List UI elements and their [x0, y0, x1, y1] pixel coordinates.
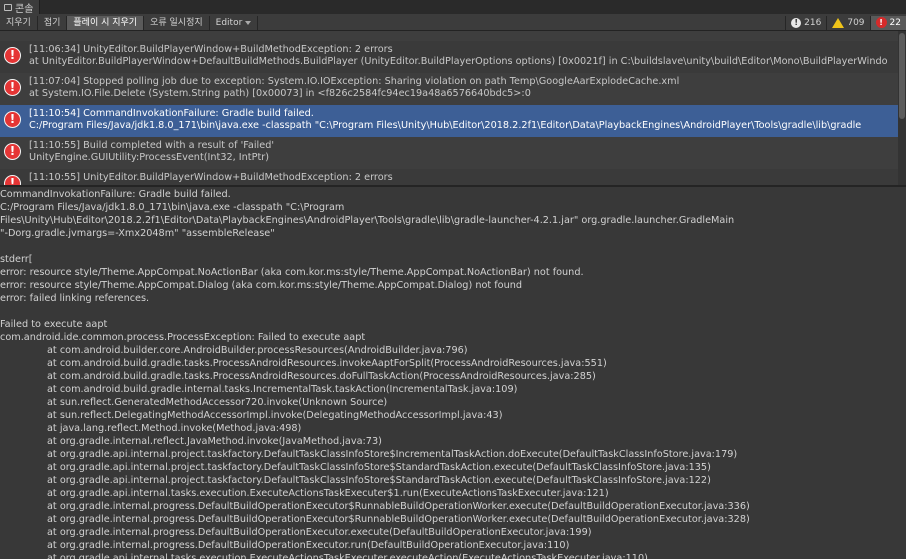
clear-on-play-toggle[interactable]: 플레이 시 지우기 [67, 15, 145, 30]
log-entry-message: [11:10:54] CommandInvokationFailure: Gra… [29, 108, 314, 119]
detail-line: at org.gradle.internal.reflect.JavaMetho… [47, 436, 382, 447]
log-entry-stacktrace: at UnityEditor.BuildPlayerWindow+Default… [29, 56, 888, 67]
detail-line: at org.gradle.api.internal.project.taskf… [47, 462, 711, 473]
log-list[interactable]: UnityEngine.GUIUtility:ProcessEvent(Int3… [0, 31, 898, 185]
detail-line: at org.gradle.api.internal.tasks.executi… [47, 553, 648, 559]
log-entry-message: [11:10:55] Build completed with a result… [29, 140, 275, 151]
console-tab-label: 콘솔 [15, 3, 34, 15]
console-toolbar: 지우기 접기 플레이 시 지우기 오류 일시정지 Editor ! 216 70… [0, 14, 906, 31]
error-pause-toggle[interactable]: 오류 일시정지 [144, 15, 210, 30]
detail-line: at com.android.build.gradle.tasks.Proces… [47, 371, 596, 382]
info-icon: ! [791, 17, 802, 28]
log-entry[interactable]: ! [11:07:04] Stopped polling job due to e… [0, 73, 898, 105]
collapse-button[interactable]: 접기 [38, 15, 68, 30]
detail-line [0, 305, 906, 318]
error-icon: ! [4, 47, 21, 64]
detail-line: at com.android.build.gradle.internal.tas… [47, 384, 518, 395]
log-list-scroll-thumb[interactable] [899, 33, 905, 119]
detail-line: at org.gradle.api.internal.tasks.executi… [47, 488, 609, 499]
error-icon: ! [4, 143, 21, 160]
detail-line: error: failed linking references. [0, 293, 150, 304]
warning-icon [832, 17, 845, 28]
error-filter-toggle[interactable]: ! 22 [869, 15, 906, 30]
error-icon: ! [875, 17, 887, 28]
detail-line: C:/Program Files/Java/jdk1.8.0_171\bin\j… [0, 202, 345, 213]
log-entry-message: [11:10:55] UnityEditor.BuildPlayerWindow… [29, 172, 393, 183]
detail-line: at sun.reflect.GeneratedMethodAccessor72… [47, 397, 388, 408]
log-entry[interactable]: ! [11:06:34] UnityEditor.BuildPlayerWindo… [0, 41, 898, 73]
detail-line: at org.gradle.internal.progress.DefaultB… [47, 514, 750, 525]
detail-line: at java.lang.reflect.Method.invoke(Metho… [47, 423, 302, 434]
log-list-scrollbar[interactable] [898, 31, 906, 185]
detail-line: at org.gradle.internal.progress.DefaultB… [47, 501, 750, 512]
detail-line: at sun.reflect.DelegatingMethodAccessorI… [47, 410, 503, 421]
log-entry-stacktrace: C:/Program Files/Java/jdk1.8.0_171\bin\j… [29, 120, 862, 131]
detail-line: CommandInvokationFailure: Gradle build f… [0, 189, 231, 200]
console-window-icon [4, 3, 12, 11]
clear-button[interactable]: 지우기 [0, 15, 38, 30]
window-titlebar: 콘솔 [0, 0, 906, 15]
log-entry[interactable]: ! [11:10:55] UnityEditor.BuildPlayerWindo… [0, 169, 898, 185]
warning-filter-toggle[interactable]: 709 [826, 15, 869, 30]
log-entry[interactable]: ! [11:10:55] Build completed with a resul… [0, 137, 898, 169]
error-icon: ! [4, 175, 21, 185]
log-entry[interactable]: ! [11:10:54] CommandInvokationFailure: Gr… [0, 105, 898, 137]
console-tab[interactable]: 콘솔 [0, 0, 41, 15]
log-entry-message: [11:06:34] UnityEditor.BuildPlayerWindow… [29, 44, 393, 55]
detail-line: at org.gradle.internal.progress.DefaultB… [47, 527, 592, 538]
detail-line: com.android.ide.common.process.ProcessEx… [0, 332, 366, 343]
warning-count: 709 [847, 17, 865, 28]
error-count: 22 [889, 17, 901, 28]
detail-line: at org.gradle.api.internal.project.taskf… [47, 475, 711, 486]
detail-line: Files\Unity\Hub\Editor\2018.2.2f1\Editor… [0, 215, 735, 226]
detail-line: at org.gradle.api.internal.project.taskf… [47, 449, 738, 460]
editor-dropdown-label: Editor [215, 17, 243, 28]
error-icon: ! [4, 79, 21, 96]
log-entry-message: [11:07:04] Stopped polling job due to ex… [29, 76, 680, 87]
log-detail-pane[interactable]: CommandInvokationFailure: Gradle build f… [0, 188, 906, 559]
detail-line: at org.gradle.internal.progress.DefaultB… [47, 540, 570, 551]
detail-line: at com.android.build.gradle.tasks.Proces… [47, 358, 607, 369]
detail-line: error: resource style/Theme.AppCompat.Di… [0, 280, 523, 291]
log-entry-stacktrace: UnityEngine.GUIUtility:ProcessEvent(Int3… [29, 152, 270, 163]
detail-line [0, 240, 906, 253]
info-filter-toggle[interactable]: ! 216 [785, 15, 826, 30]
detail-line: error: resource style/Theme.AppCompat.No… [0, 267, 584, 278]
error-icon: ! [4, 111, 21, 128]
chevron-down-icon [245, 20, 252, 25]
split-divider[interactable] [0, 185, 906, 187]
detail-line: stderr[ [0, 254, 33, 265]
editor-dropdown[interactable]: Editor [210, 15, 259, 30]
log-entry-stacktrace: at System.IO.File.Delete (System.String … [29, 88, 531, 99]
detail-line: "-Dorg.gradle.jvmargs=-Xmx2048m" "assemb… [0, 228, 275, 239]
detail-line: at com.android.builder.core.AndroidBuild… [47, 345, 468, 356]
detail-line: Failed to execute aapt [0, 319, 108, 330]
info-count: 216 [804, 17, 822, 28]
